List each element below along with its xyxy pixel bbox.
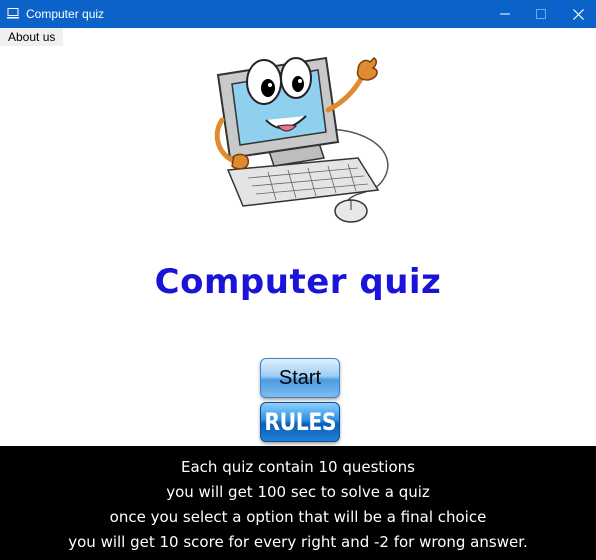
rules-button-label: RULES (264, 408, 336, 436)
start-button-label: Start (278, 366, 322, 389)
rules-button[interactable]: RULES (260, 402, 340, 442)
rules-line: you will get 10 score for every right an… (68, 533, 528, 551)
minimize-button[interactable] (488, 0, 522, 28)
close-button[interactable] (561, 0, 595, 28)
rules-panel: Each quiz contain 10 questions you will … (0, 446, 596, 560)
rules-line: Each quiz contain 10 questions (181, 458, 415, 476)
rules-line: once you select a option that will be a … (109, 508, 487, 526)
page-title: Computer quiz (154, 262, 442, 302)
app-icon (7, 8, 19, 19)
menu-item-about-us[interactable]: About us (0, 28, 64, 46)
close-icon (572, 8, 584, 20)
maximize-button[interactable] (524, 0, 558, 28)
computer-mascot-icon (214, 56, 389, 223)
window-title: Computer quiz (26, 7, 105, 21)
title-bar[interactable]: Computer quiz (0, 0, 596, 28)
rules-line: you will get 100 sec to solve a quiz (166, 483, 430, 501)
minimize-icon (500, 13, 510, 15)
maximize-icon (536, 9, 546, 19)
start-button[interactable]: Start (260, 358, 340, 398)
